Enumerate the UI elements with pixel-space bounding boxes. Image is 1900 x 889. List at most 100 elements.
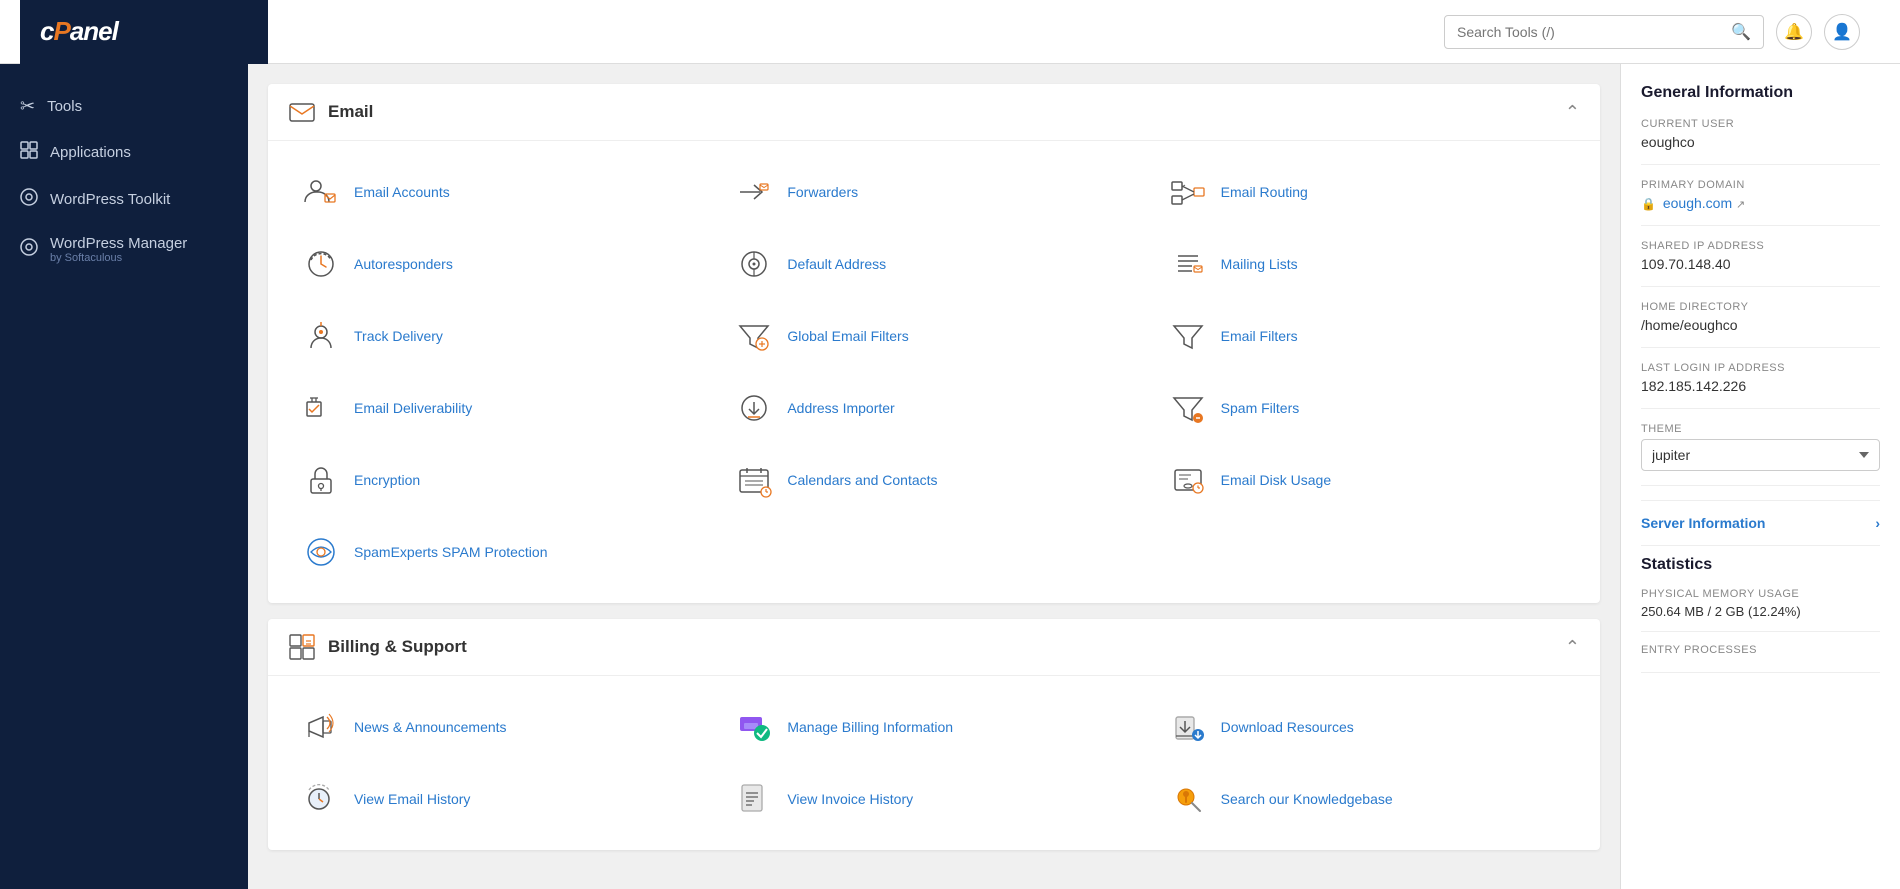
mailing-lists-label: Mailing Lists	[1221, 255, 1298, 273]
home-dir-label: Home Directory	[1641, 301, 1880, 313]
physical-memory-row: Physical Memory Usage 250.64 MB / 2 GB (…	[1641, 588, 1880, 632]
track-delivery-label: Track Delivery	[354, 327, 443, 345]
sidebar-item-label-applications: Applications	[50, 144, 131, 161]
tool-email-deliverability[interactable]: Email Deliverability	[288, 377, 713, 439]
email-section-body: Email Accounts Forwarders	[268, 141, 1600, 603]
default-address-label: Default Address	[787, 255, 886, 273]
tool-view-email-history[interactable]: View Email History	[288, 768, 713, 830]
sidebar-item-sub-wpmanager: by Softaculous	[50, 252, 187, 264]
search-input[interactable]	[1457, 24, 1731, 40]
tool-address-importer[interactable]: Address Importer	[721, 377, 1146, 439]
tool-default-address[interactable]: Default Address	[721, 233, 1146, 295]
tool-spamexperts[interactable]: SpamExperts SPAM Protection	[288, 521, 713, 583]
view-invoice-history-label: View Invoice History	[787, 790, 913, 808]
tool-email-disk-usage[interactable]: Email Disk Usage	[1155, 449, 1580, 511]
theme-select[interactable]: jupiter paper_lantern	[1641, 439, 1880, 471]
spam-filters-icon	[1167, 387, 1209, 429]
email-routing-label: Email Routing	[1221, 183, 1308, 201]
encryption-icon	[300, 459, 342, 501]
billing-support-section-header[interactable]: Billing & Support ⌃	[268, 619, 1600, 676]
wordpress-toolkit-icon	[20, 188, 38, 211]
home-dir-row: Home Directory /home/eoughco	[1641, 301, 1880, 348]
news-announcements-label: News & Announcements	[354, 718, 507, 736]
sidebar-item-applications[interactable]: Applications	[0, 129, 248, 176]
manage-billing-icon	[733, 706, 775, 748]
tool-autoresponders[interactable]: Autoresponders	[288, 233, 713, 295]
tool-spam-filters[interactable]: Spam Filters	[1155, 377, 1580, 439]
sidebar-item-wpmanager-text: WordPress Manager by Softaculous	[50, 235, 187, 264]
shared-ip-value: 109.70.148.40	[1641, 256, 1880, 272]
primary-domain-row: Primary Domain 🔒 eough.com ↗	[1641, 179, 1880, 226]
external-link-icon: ↗	[1736, 199, 1745, 211]
sidebar: ✂ Tools Applications WordPress T	[0, 64, 248, 889]
search-box[interactable]: 🔍	[1444, 15, 1764, 49]
current-user-row: Current User eoughco	[1641, 118, 1880, 165]
tool-email-filters[interactable]: Email Filters	[1155, 305, 1580, 367]
tool-download-resources[interactable]: Download Resources	[1155, 696, 1580, 758]
header-right: 🔍 🔔 👤	[268, 14, 1880, 50]
email-accounts-icon	[300, 171, 342, 213]
view-invoice-history-icon	[733, 778, 775, 820]
entry-processes-label: Entry Processes	[1641, 644, 1880, 656]
tool-search-knowledgebase[interactable]: Search our Knowledgebase	[1155, 768, 1580, 830]
tool-news-announcements[interactable]: News & Announcements	[288, 696, 713, 758]
server-info-link[interactable]: Server Information ›	[1641, 500, 1880, 546]
user-icon: 👤	[1832, 22, 1852, 42]
theme-label: Theme	[1641, 423, 1880, 435]
email-routing-icon	[1167, 171, 1209, 213]
sidebar-item-wordpress-manager[interactable]: WordPress Manager by Softaculous	[0, 223, 248, 276]
sidebar-item-tools[interactable]: ✂ Tools	[0, 84, 248, 129]
billing-support-section-header-left: Billing & Support	[288, 633, 467, 661]
shared-ip-row: Shared IP Address 109.70.148.40	[1641, 240, 1880, 287]
statistics-title: Statistics	[1641, 556, 1880, 574]
billing-support-section-title: Billing & Support	[328, 637, 467, 657]
tool-email-accounts[interactable]: Email Accounts	[288, 161, 713, 223]
notifications-button[interactable]: 🔔	[1776, 14, 1812, 50]
spamexperts-label: SpamExperts SPAM Protection	[354, 543, 547, 561]
billing-support-section-toggle[interactable]: ⌃	[1565, 637, 1580, 658]
tool-manage-billing[interactable]: Manage Billing Information	[721, 696, 1146, 758]
last-login-row: Last Login IP Address 182.185.142.226	[1641, 362, 1880, 409]
email-disk-usage-icon	[1167, 459, 1209, 501]
email-section-title: Email	[328, 102, 373, 122]
tool-forwarders[interactable]: Forwarders	[721, 161, 1146, 223]
tool-global-email-filters[interactable]: Global Email Filters	[721, 305, 1146, 367]
main-content: Email ⌃ Email Accounts	[248, 64, 1620, 889]
cpanel-logo: cPanel	[40, 16, 118, 47]
billing-support-section-card: Billing & Support ⌃	[268, 619, 1600, 850]
theme-row: Theme jupiter paper_lantern	[1641, 423, 1880, 486]
last-login-value: 182.185.142.226	[1641, 378, 1880, 394]
tool-encryption[interactable]: Encryption	[288, 449, 713, 511]
tool-email-routing[interactable]: Email Routing	[1155, 161, 1580, 223]
global-email-filters-icon	[733, 315, 775, 357]
tool-track-delivery[interactable]: Track Delivery	[288, 305, 713, 367]
applications-icon	[20, 141, 38, 164]
physical-memory-value: 250.64 MB / 2 GB (12.24%)	[1641, 604, 1880, 619]
primary-domain-link[interactable]: eough.com	[1663, 195, 1732, 211]
spamexperts-icon	[300, 531, 342, 573]
shared-ip-label: Shared IP Address	[1641, 240, 1880, 252]
email-section-icon	[288, 98, 316, 126]
default-address-icon	[733, 243, 775, 285]
search-knowledgebase-icon	[1167, 778, 1209, 820]
view-email-history-icon	[300, 778, 342, 820]
email-section-toggle[interactable]: ⌃	[1565, 102, 1580, 123]
user-menu-button[interactable]: 👤	[1824, 14, 1860, 50]
mailing-lists-icon	[1167, 243, 1209, 285]
autoresponders-label: Autoresponders	[354, 255, 453, 273]
tool-view-invoice-history[interactable]: View Invoice History	[721, 768, 1146, 830]
tools-icon: ✂	[20, 96, 35, 117]
current-user-value: eoughco	[1641, 134, 1880, 150]
encryption-label: Encryption	[354, 471, 420, 489]
search-button[interactable]: 🔍	[1731, 22, 1751, 42]
chevron-right-icon: ›	[1875, 515, 1880, 531]
header: cPanel 🔍 🔔 👤	[0, 0, 1900, 64]
email-deliverability-icon	[300, 387, 342, 429]
tool-mailing-lists[interactable]: Mailing Lists	[1155, 233, 1580, 295]
sidebar-item-wordpress-toolkit[interactable]: WordPress Toolkit	[0, 176, 248, 223]
spam-filters-label: Spam Filters	[1221, 399, 1300, 417]
tool-calendars-contacts[interactable]: Calendars and Contacts	[721, 449, 1146, 511]
bell-icon: 🔔	[1784, 22, 1804, 42]
email-section-header[interactable]: Email ⌃	[268, 84, 1600, 141]
right-panel: General Information Current User eoughco…	[1620, 64, 1900, 889]
